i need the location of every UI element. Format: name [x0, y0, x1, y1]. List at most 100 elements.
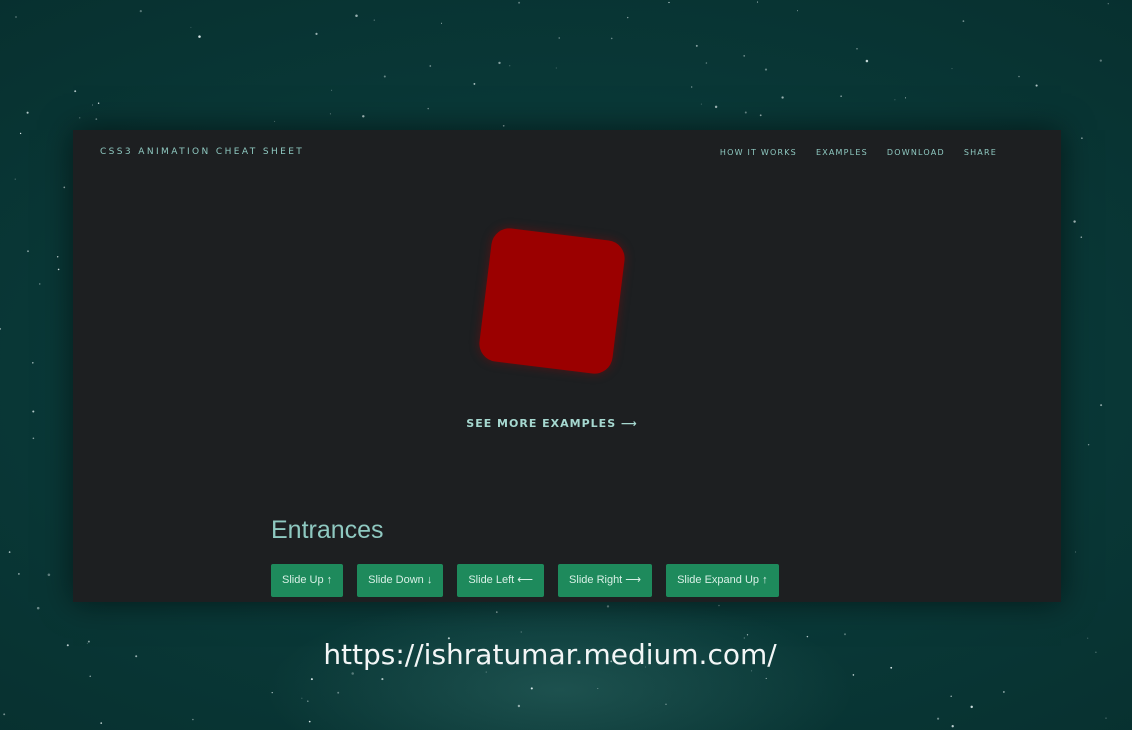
star — [192, 718, 194, 721]
star — [668, 1, 670, 4]
star — [765, 677, 767, 679]
star — [665, 703, 667, 705]
star — [271, 691, 273, 694]
star — [746, 634, 749, 636]
star — [962, 20, 965, 22]
star — [57, 268, 60, 271]
section-title-entrances: Entrances — [271, 516, 384, 544]
star — [700, 103, 702, 105]
star — [970, 705, 973, 709]
star — [100, 722, 103, 724]
star — [518, 1, 521, 4]
star — [0, 327, 2, 330]
star — [440, 22, 443, 24]
star — [19, 132, 22, 135]
star — [610, 37, 613, 40]
star — [383, 75, 386, 78]
site-brand-title[interactable]: CSS3 ANIMATION CHEAT SHEET — [100, 147, 304, 157]
star — [1003, 691, 1005, 693]
star — [362, 115, 365, 118]
star — [1073, 220, 1076, 223]
star — [15, 16, 17, 18]
star — [764, 68, 768, 71]
star — [329, 113, 331, 115]
star — [429, 65, 432, 67]
nav-link-how-it-works[interactable]: HOW IT WORKS — [720, 148, 797, 157]
star — [1099, 59, 1102, 62]
star — [95, 118, 98, 120]
star — [355, 14, 358, 18]
star — [743, 55, 746, 57]
star — [97, 102, 100, 105]
star — [373, 19, 375, 21]
star — [705, 62, 708, 64]
star — [904, 97, 907, 99]
star — [89, 675, 91, 677]
star — [1075, 551, 1077, 553]
star — [47, 573, 51, 577]
star — [756, 1, 759, 3]
star — [1035, 84, 1038, 87]
star — [714, 105, 718, 109]
star — [744, 111, 747, 114]
top-nav: HOW IT WORKS EXAMPLES DOWNLOAD SHARE — [720, 148, 997, 157]
star — [91, 104, 94, 106]
star — [274, 120, 276, 122]
animated-demo-square — [477, 226, 627, 376]
star — [502, 124, 505, 127]
star — [759, 114, 762, 117]
star — [32, 410, 35, 413]
star — [18, 573, 20, 575]
entrance-buttons: Slide Up ↑ Slide Down ↓ Slide Left ⟵ Sli… — [271, 564, 779, 597]
star — [606, 605, 610, 608]
slide-left-button[interactable]: Slide Left ⟵ — [457, 564, 545, 597]
star — [695, 44, 698, 47]
star — [63, 186, 66, 189]
star — [627, 16, 629, 19]
caption-url: https://ishratumar.medium.com/ — [323, 638, 777, 671]
star — [950, 695, 952, 698]
star — [198, 35, 201, 38]
star — [951, 725, 954, 728]
star — [840, 95, 842, 97]
star — [530, 687, 533, 690]
star — [331, 89, 333, 91]
star — [337, 691, 340, 694]
star — [381, 678, 384, 681]
star — [1100, 404, 1103, 407]
slide-expand-up-button[interactable]: Slide Expand Up ↑ — [666, 564, 779, 597]
star — [351, 672, 354, 675]
nav-link-share[interactable]: SHARE — [964, 148, 997, 157]
star — [844, 633, 846, 636]
star — [190, 26, 192, 28]
slide-down-button[interactable]: Slide Down ↓ — [357, 564, 444, 597]
star — [427, 107, 429, 110]
star — [1018, 75, 1020, 78]
nav-link-examples[interactable]: EXAMPLES — [816, 148, 868, 157]
star — [79, 117, 81, 119]
star — [781, 96, 784, 99]
star — [555, 67, 557, 69]
star — [26, 111, 29, 114]
star — [1080, 236, 1083, 238]
star — [509, 65, 511, 67]
star — [27, 250, 29, 253]
star — [937, 717, 940, 720]
star — [856, 47, 858, 50]
star — [1107, 3, 1109, 5]
slide-up-button[interactable]: Slide Up ↑ — [271, 564, 344, 597]
nav-link-download[interactable]: DOWNLOAD — [887, 148, 945, 157]
star — [495, 611, 498, 613]
star — [308, 720, 311, 723]
see-more-examples-link[interactable]: SEE MORE EXAMPLES ⟶ — [73, 417, 1031, 430]
star — [315, 32, 318, 35]
star — [520, 631, 522, 633]
star — [8, 551, 11, 553]
star — [1081, 137, 1083, 139]
star — [56, 256, 59, 258]
slide-right-button[interactable]: Slide Right ⟶ — [558, 564, 653, 597]
star — [139, 9, 142, 13]
star — [517, 704, 521, 708]
star — [14, 178, 16, 180]
star — [796, 10, 799, 12]
